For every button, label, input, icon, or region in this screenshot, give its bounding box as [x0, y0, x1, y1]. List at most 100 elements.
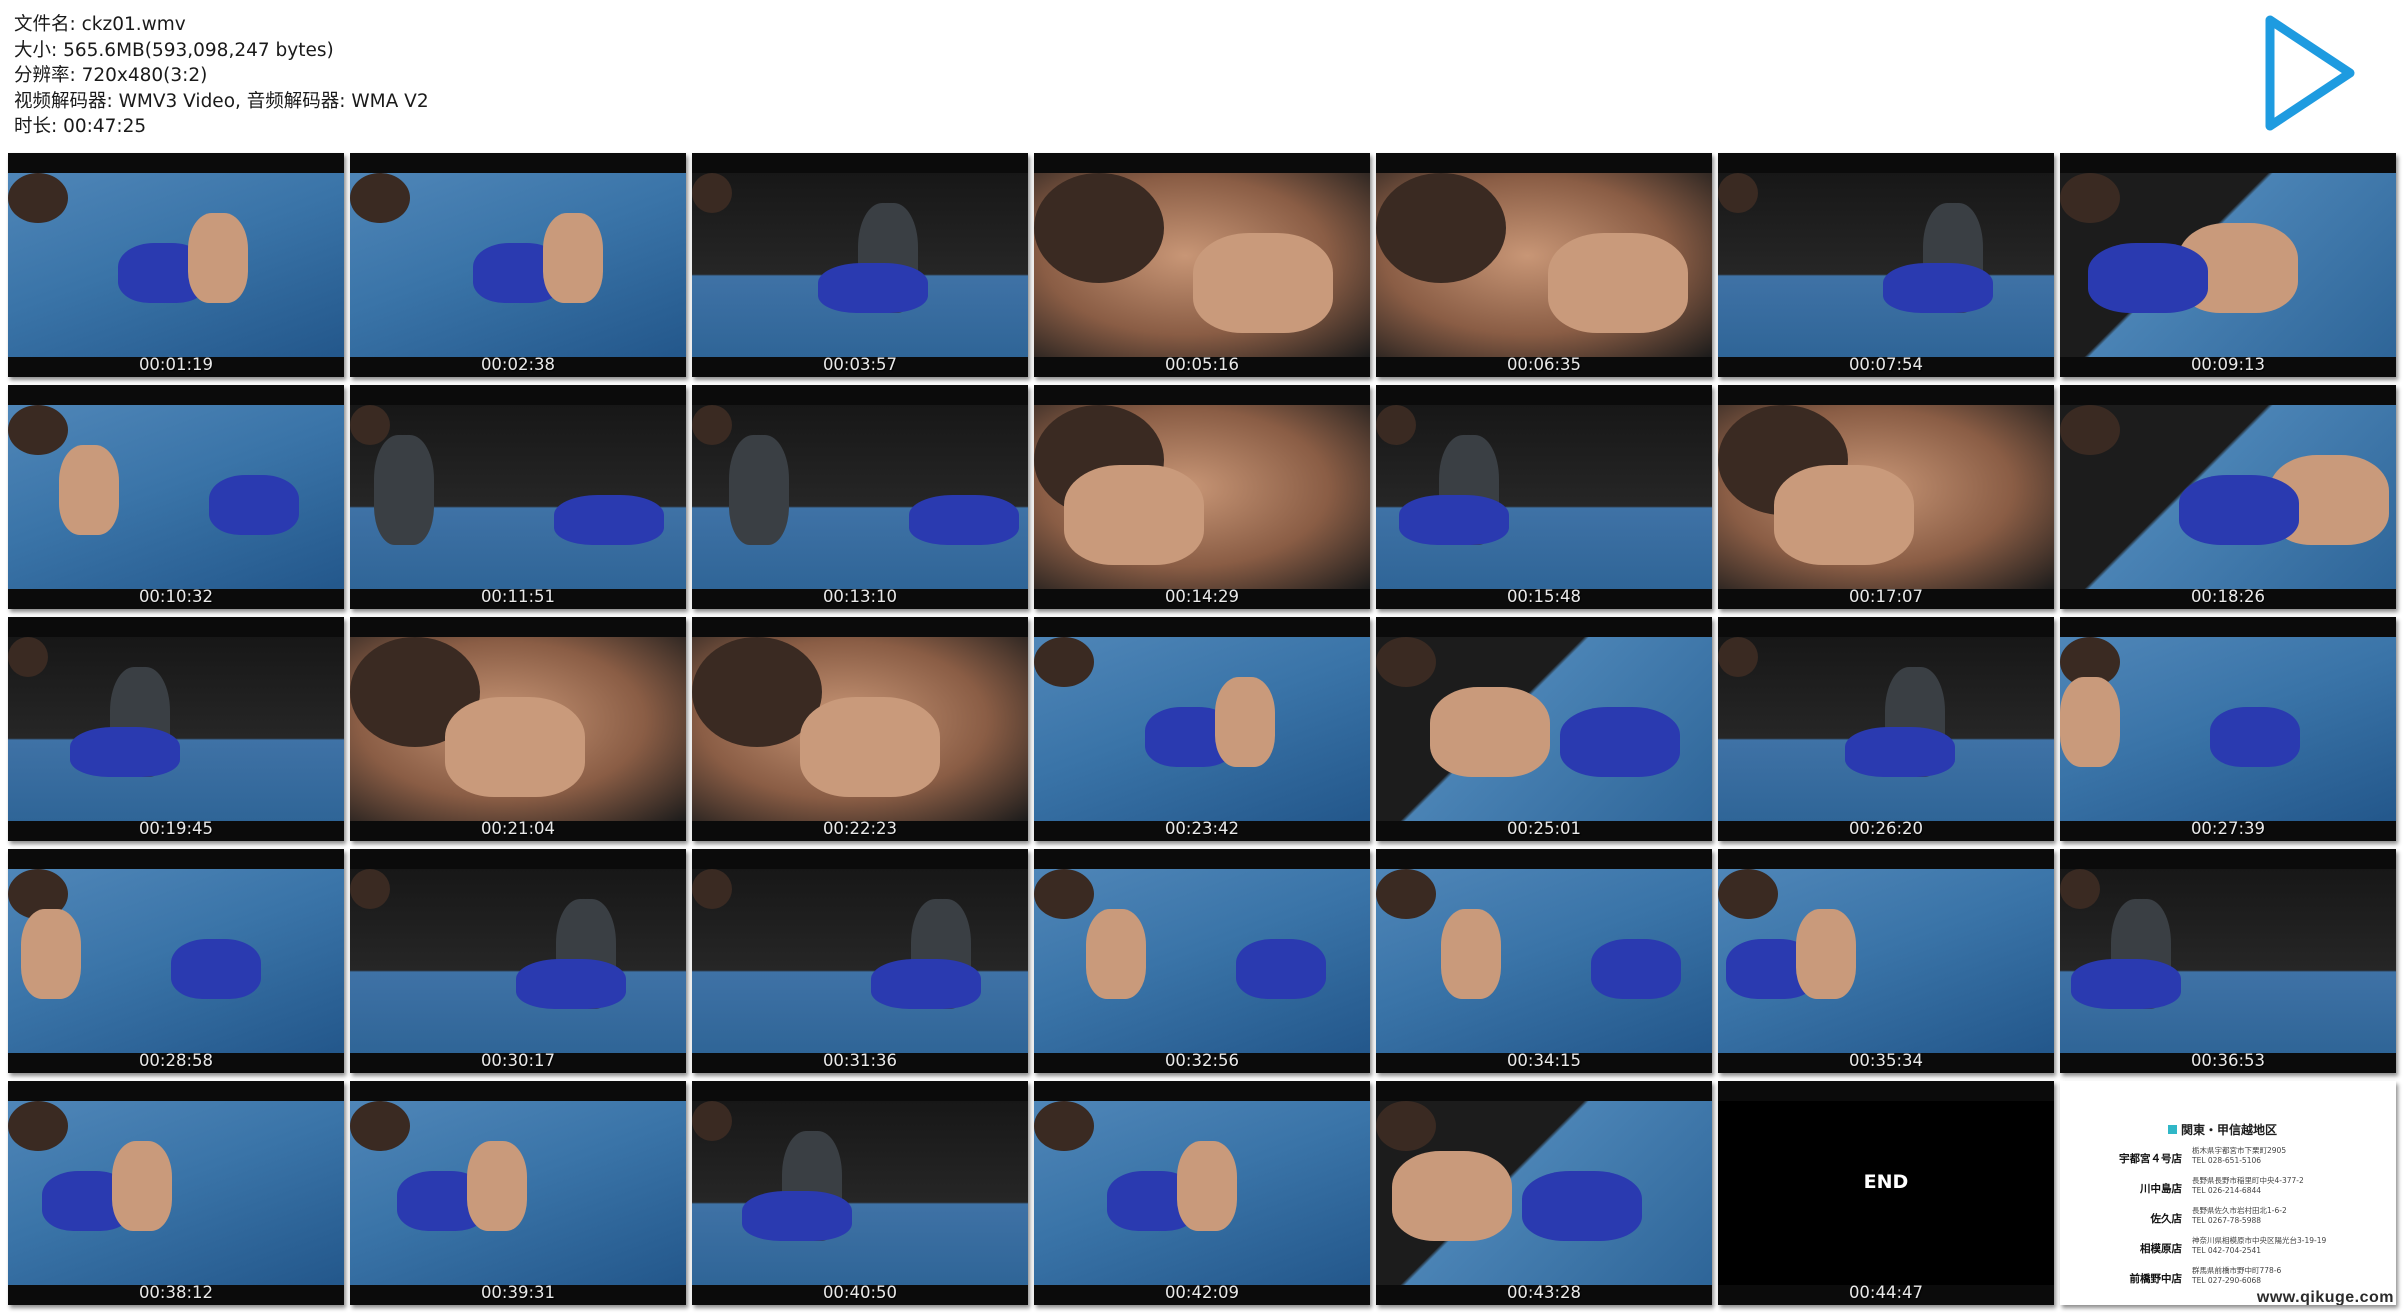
frame-figure — [1796, 909, 1856, 999]
frame-figure — [1215, 677, 1275, 767]
thumbnail[interactable]: 00:42:09 — [1034, 1081, 1370, 1305]
thumbnail[interactable]: 00:31:36 — [692, 849, 1028, 1073]
thumbnail[interactable]: 00:26:20 — [1718, 617, 2054, 841]
frame-figure — [909, 495, 1019, 545]
store-list-header: 関東・甲信越地区 — [2168, 1121, 2277, 1138]
frame-figure — [374, 435, 434, 545]
thumbnail-frame — [350, 173, 686, 357]
frame-figure — [1548, 233, 1688, 333]
thumbnail[interactable]: 00:39:31 — [350, 1081, 686, 1305]
thumbnail-timestamp: 00:02:38 — [480, 355, 556, 374]
frame-figure — [692, 869, 732, 909]
thumbnail[interactable]: 00:02:38 — [350, 153, 686, 377]
frame-figure — [871, 959, 981, 1009]
thumbnail-frame — [1034, 1101, 1370, 1285]
store-row: 相模原店 神奈川県相模原市中央区陽光台3-19-19 TEL 042-704-254… — [2104, 1233, 2374, 1263]
file-duration: 时长: 00:47:25 — [14, 116, 147, 138]
frame-figure — [742, 1191, 852, 1241]
thumbnail[interactable]: 00:40:50 — [692, 1081, 1028, 1305]
thumbnail[interactable]: 00:32:56 — [1034, 849, 1370, 1073]
thumbnail-timestamp: 00:15:48 — [1506, 587, 1582, 606]
thumbnail[interactable]: 00:27:39 — [2060, 617, 2396, 841]
thumbnail-timestamp: 00:21:04 — [480, 819, 556, 838]
end-card-text: END — [1863, 1171, 1909, 1193]
thumbnail-timestamp: 00:42:09 — [1164, 1283, 1240, 1302]
frame-figure — [8, 405, 68, 455]
thumbnail[interactable]: 00:19:45 — [8, 617, 344, 841]
thumbnail[interactable]: 00:35:34 — [1718, 849, 2054, 1073]
thumbnail[interactable]: 関東・甲信越地区宇都宮４号店 栃木県宇都宮市下栗町2905 TEL 028-651-… — [2060, 1081, 2396, 1305]
thumbnail-timestamp: 00:10:32 — [138, 587, 214, 606]
thumbnail[interactable]: 00:43:28 — [1376, 1081, 1712, 1305]
frame-figure — [445, 697, 585, 797]
thumbnail[interactable]: 00:18:26 — [2060, 385, 2396, 609]
thumbnail[interactable]: 00:09:13 — [2060, 153, 2396, 377]
store-name: 宇都宮４号店 — [2119, 1153, 2182, 1165]
frame-figure — [1441, 909, 1501, 999]
thumbnail[interactable]: 00:07:54 — [1718, 153, 2054, 377]
file-name: 文件名: ckz01.wmv — [14, 14, 186, 35]
thumbnail-timestamp: 00:27:39 — [2190, 819, 2266, 838]
frame-figure — [188, 213, 248, 303]
thumbnail[interactable]: 00:28:58 — [8, 849, 344, 1073]
store-street: 神奈川県相模原市中央区陽光台3-19-19 — [2192, 1236, 2327, 1245]
thumbnail-frame — [1376, 869, 1712, 1053]
frame-figure — [350, 1101, 410, 1151]
store-row: 佐久店 長野県佐久市岩村田北1-6-2 TEL 0267-78-5988 — [2104, 1203, 2374, 1233]
thumbnail-timestamp: 00:11:51 — [480, 587, 556, 606]
thumbnail[interactable]: 00:36:53 — [2060, 849, 2396, 1073]
thumbnail-timestamp: 00:01:19 — [138, 355, 214, 374]
thumbnail-timestamp: 00:25:01 — [1506, 819, 1582, 838]
thumbnail-timestamp: 00:18:26 — [2190, 587, 2266, 606]
frame-figure — [2060, 677, 2120, 767]
frame-figure — [1399, 495, 1509, 545]
store-tel: TEL 027-290-6068 — [2192, 1276, 2262, 1285]
thumbnail[interactable]: 00:30:17 — [350, 849, 686, 1073]
thumbnail-timestamp: 00:17:07 — [1848, 587, 1924, 606]
thumbnail-frame — [1376, 405, 1712, 589]
thumbnail[interactable]: 00:01:19 — [8, 153, 344, 377]
thumbnail-timestamp: 00:19:45 — [138, 819, 214, 838]
thumbnail[interactable]: 00:22:23 — [692, 617, 1028, 841]
thumbnail-frame — [350, 405, 686, 589]
thumbnail-timestamp: 00:07:54 — [1848, 355, 1924, 374]
store-address: 栃木県宇都宮市下栗町2905 TEL 028-651-5106 — [2192, 1146, 2286, 1166]
frame-figure — [2179, 475, 2299, 545]
thumbnail[interactable]: 00:11:51 — [350, 385, 686, 609]
thumbnail[interactable]: 00:17:07 — [1718, 385, 2054, 609]
frame-figure — [543, 213, 603, 303]
store-tel: TEL 028-651-5106 — [2192, 1156, 2262, 1165]
thumbnail-frame — [350, 637, 686, 821]
store-name: 相模原店 — [2140, 1243, 2182, 1255]
frame-figure — [1392, 1151, 1512, 1241]
thumbnail[interactable]: 00:21:04 — [350, 617, 686, 841]
thumbnail[interactable]: 00:34:15 — [1376, 849, 1712, 1073]
thumbnail-timestamp: 00:09:13 — [2190, 355, 2266, 374]
thumbnail[interactable]: 00:38:12 — [8, 1081, 344, 1305]
thumbnail[interactable]: 00:25:01 — [1376, 617, 1712, 841]
frame-figure — [516, 959, 626, 1009]
file-size: 大小: 565.6MB(593,098,247 bytes) — [14, 39, 334, 61]
frame-figure — [1774, 465, 1914, 565]
thumbnail-frame — [8, 405, 344, 589]
thumbnail-timestamp: 00:43:28 — [1506, 1283, 1582, 1302]
watermark: www.qikuge.com — [2256, 1289, 2394, 1305]
frame-figure — [1177, 1141, 1237, 1231]
thumbnail[interactable]: 00:23:42 — [1034, 617, 1370, 841]
thumbnail[interactable]: 00:14:29 — [1034, 385, 1370, 609]
thumbnail[interactable]: 00:03:57 — [692, 153, 1028, 377]
store-name: 川中島店 — [2140, 1183, 2182, 1195]
thumbnail[interactable]: 00:06:35 — [1376, 153, 1712, 377]
thumbnail-timestamp: 00:34:15 — [1506, 1051, 1582, 1070]
thumbnail[interactable]: 00:10:32 — [8, 385, 344, 609]
thumbnail-timestamp: 00:05:16 — [1164, 355, 1240, 374]
thumbnail[interactable]: END 00:44:47 — [1718, 1081, 2054, 1305]
store-address: 神奈川県相模原市中央区陽光台3-19-19 TEL 042-704-2541 — [2192, 1236, 2326, 1256]
thumbnail[interactable]: 00:05:16 — [1034, 153, 1370, 377]
play-triangle-icon[interactable] — [2258, 8, 2362, 138]
thumbnail[interactable]: 00:13:10 — [692, 385, 1028, 609]
thumbnail-timestamp: 00:35:34 — [1848, 1051, 1924, 1070]
frame-figure — [1376, 1101, 1436, 1151]
thumbnail[interactable]: 00:15:48 — [1376, 385, 1712, 609]
store-name: 前橋野中店 — [2129, 1273, 2183, 1285]
